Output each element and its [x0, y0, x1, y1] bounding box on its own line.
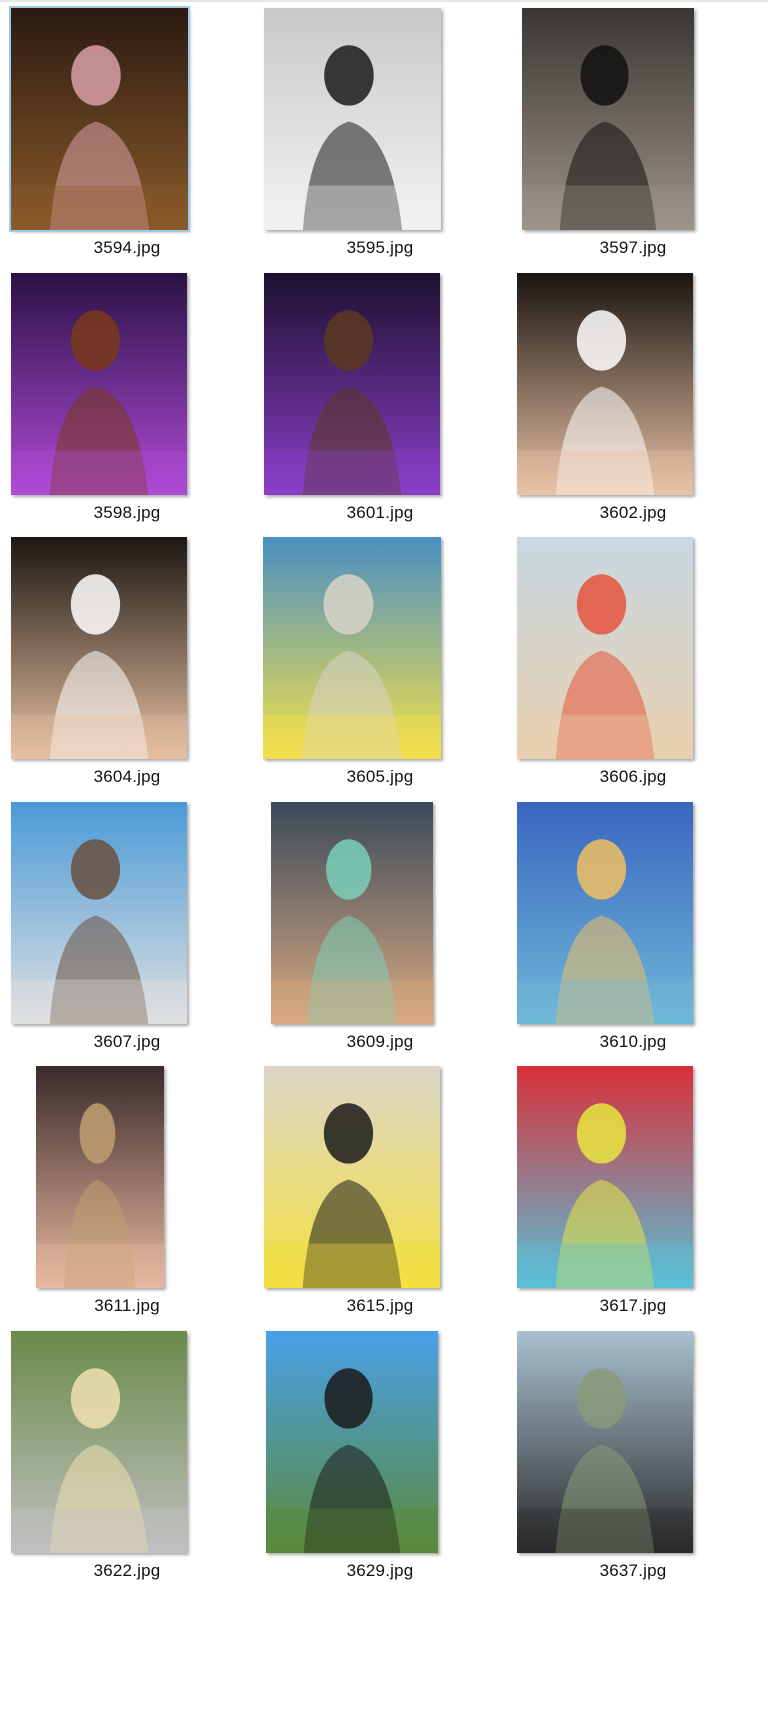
image-thumbnail-icon[interactable]: [36, 1066, 164, 1288]
image-thumbnail-icon[interactable]: [517, 273, 693, 495]
image-thumbnail-icon[interactable]: [264, 273, 440, 495]
file-name-label[interactable]: 3597.jpg: [506, 238, 760, 258]
cocktail-on-deck-photo: [517, 537, 693, 759]
file-name-label[interactable]: 3604.jpg: [0, 767, 254, 787]
file-name-label[interactable]: 3615.jpg: [253, 1296, 507, 1316]
airplane-selfie-sunglasses-photo: [264, 8, 441, 230]
two-friends-night-photo: [517, 273, 693, 495]
file-name-label[interactable]: 3611.jpg: [0, 1296, 254, 1316]
file-item[interactable]: 3629.jpg: [253, 1323, 507, 1599]
image-thumbnail-icon[interactable]: [271, 802, 433, 1024]
image-thumbnail-icon[interactable]: [266, 1331, 438, 1553]
image-thumbnail-icon[interactable]: [517, 537, 693, 759]
image-thumbnail-icon[interactable]: [522, 8, 694, 230]
cushion-selfie-yellow-photo: [264, 1066, 440, 1288]
two-friends-closeup-photo: [11, 537, 187, 759]
visor-selfie-horse-photo: [517, 1331, 693, 1553]
purple-chandelier-full-photo: [264, 273, 440, 495]
file-item[interactable]: 3605.jpg: [253, 529, 507, 805]
image-thumbnail-icon[interactable]: [9, 6, 190, 232]
image-thumbnail-icon[interactable]: [517, 802, 693, 1024]
file-item[interactable]: 3637.jpg: [506, 1323, 760, 1599]
three-friends-selfie-photo: [36, 1066, 164, 1288]
file-item[interactable]: 3602.jpg: [506, 265, 760, 541]
couple-at-sea-railing-photo: [517, 802, 693, 1024]
file-thumbnail-grid: 3594.jpg 3595.jpg 3597.jpg 3598.jpg 3601.jpg…: [0, 0, 768, 1719]
ooh-holiday-boat-photo: [263, 537, 441, 759]
picnic-food-trays-photo: [11, 1331, 187, 1553]
file-name-label[interactable]: 3622.jpg: [0, 1561, 254, 1581]
file-item[interactable]: 3611.jpg: [0, 1058, 254, 1334]
purple-chandelier-portrait-photo: [11, 273, 187, 495]
file-name-label[interactable]: 3609.jpg: [253, 1032, 507, 1052]
file-name-label[interactable]: 3605.jpg: [253, 767, 507, 787]
file-name-label[interactable]: 3595.jpg: [253, 238, 507, 258]
file-item[interactable]: 3606.jpg: [506, 529, 760, 805]
image-thumbnail-icon[interactable]: [11, 273, 187, 495]
image-thumbnail-icon[interactable]: [11, 802, 187, 1024]
file-name-label[interactable]: 3629.jpg: [253, 1561, 507, 1581]
file-item[interactable]: 3601.jpg: [253, 265, 507, 541]
file-name-label[interactable]: 3617.jpg: [506, 1296, 760, 1316]
file-item[interactable]: 3615.jpg: [253, 1058, 507, 1334]
file-item[interactable]: 3595.jpg: [253, 0, 507, 276]
file-name-label[interactable]: 3606.jpg: [506, 767, 760, 787]
riders-in-field-photo: [266, 1331, 438, 1553]
image-thumbnail-icon[interactable]: [11, 1331, 187, 1553]
red-cushions-reclining-photo: [517, 1066, 693, 1288]
file-item[interactable]: 3610.jpg: [506, 794, 760, 1070]
image-thumbnail-icon[interactable]: [264, 1066, 440, 1288]
file-item[interactable]: 3598.jpg: [0, 265, 254, 541]
catamaran-sail-photo: [11, 802, 187, 1024]
file-name-label[interactable]: 3637.jpg: [506, 1561, 760, 1581]
image-thumbnail-icon[interactable]: [11, 537, 187, 759]
file-name-label[interactable]: 3607.jpg: [0, 1032, 254, 1052]
file-name-label[interactable]: 3601.jpg: [253, 503, 507, 523]
image-thumbnail-icon[interactable]: [264, 8, 441, 230]
file-item[interactable]: 3607.jpg: [0, 794, 254, 1070]
file-item[interactable]: 3597.jpg: [506, 0, 760, 276]
file-name-label[interactable]: 3610.jpg: [506, 1032, 760, 1052]
file-name-label[interactable]: 3598.jpg: [0, 503, 254, 523]
image-thumbnail-icon[interactable]: [517, 1331, 693, 1553]
file-item[interactable]: 3617.jpg: [506, 1058, 760, 1334]
file-name-label[interactable]: 3594.jpg: [0, 238, 254, 258]
file-item[interactable]: 3604.jpg: [0, 529, 254, 805]
night-garden-lights-photo: [11, 8, 188, 230]
file-item[interactable]: 3622.jpg: [0, 1323, 254, 1599]
file-item[interactable]: 3609.jpg: [253, 794, 507, 1070]
image-thumbnail-icon[interactable]: [517, 1066, 693, 1288]
two-friends-selfie-photo: [271, 802, 433, 1024]
file-name-label[interactable]: 3602.jpg: [506, 503, 760, 523]
image-thumbnail-icon[interactable]: [263, 537, 441, 759]
elevator-mirror-selfie-photo: [522, 8, 694, 230]
file-item[interactable]: 3594.jpg: [0, 0, 254, 276]
